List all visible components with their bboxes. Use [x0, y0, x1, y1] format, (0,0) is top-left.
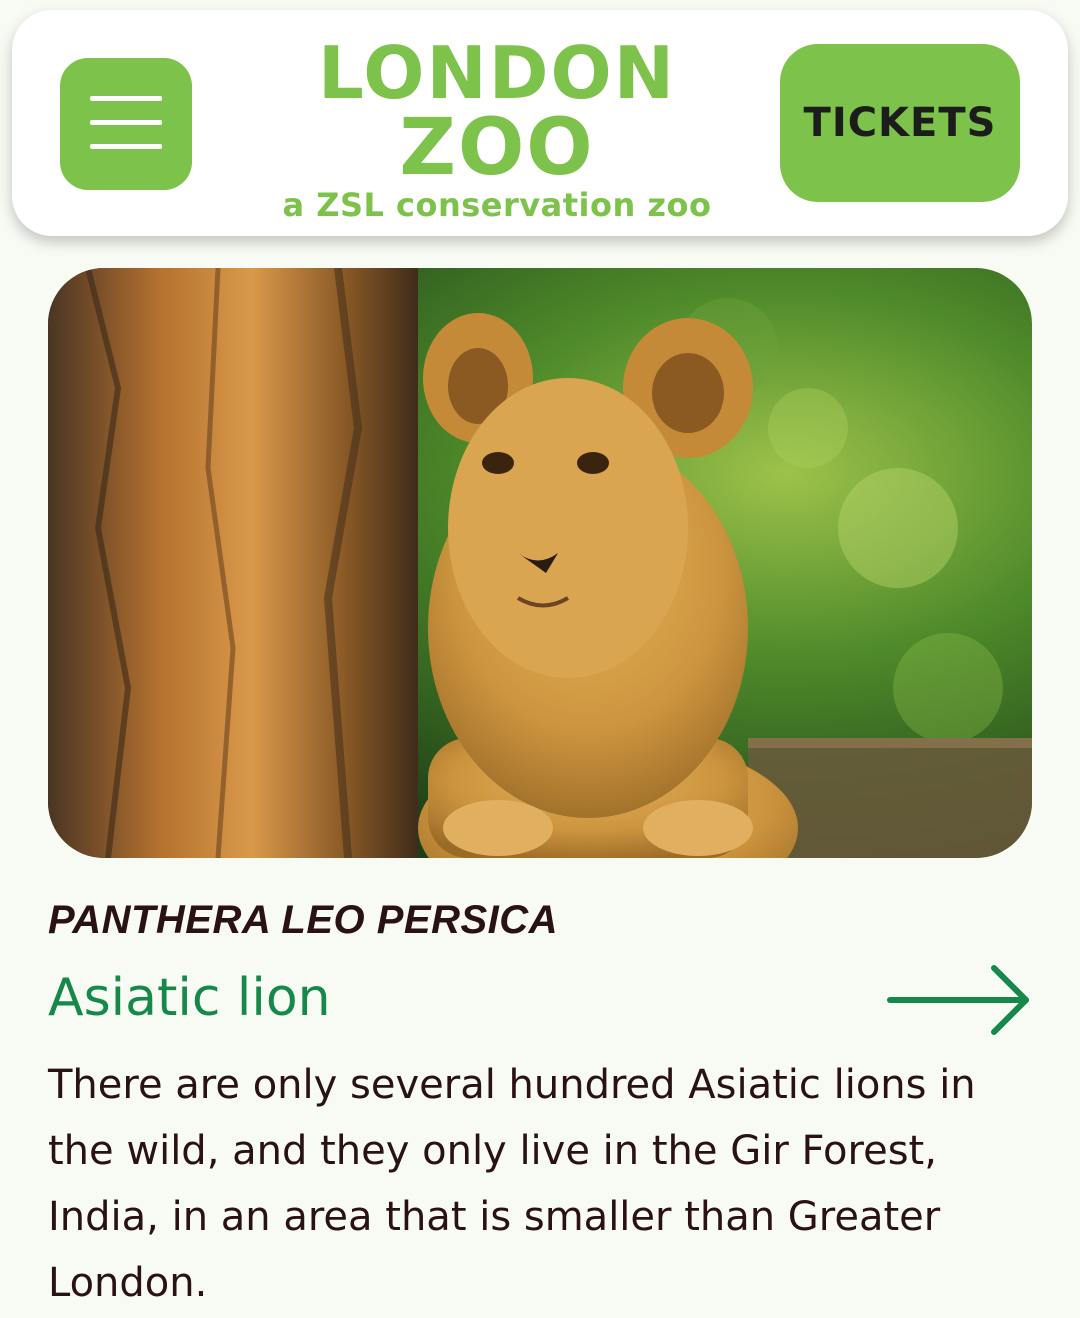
tickets-button[interactable]: TICKETS: [780, 44, 1020, 202]
logo-line-2: ZOO: [399, 103, 594, 186]
logo-tagline: a ZSL conservation zoo: [282, 186, 712, 224]
scientific-name: PANTHERA LEO PERSICA: [48, 898, 559, 942]
logo-wordmark: LONDON ZOO: [318, 31, 674, 193]
site-header: LONDON ZOO a ZSL conservation zoo TICKET…: [12, 10, 1068, 236]
asiatic-lion-photo: [48, 268, 1032, 858]
menu-button[interactable]: [60, 58, 192, 190]
london-zoo-logo[interactable]: LONDON ZOO a ZSL conservation zoo: [262, 31, 732, 226]
arrow-right-icon[interactable]: [886, 962, 1034, 1038]
common-name-link[interactable]: Asiatic lion: [48, 968, 848, 1028]
animal-description: There are only several hundred Asiatic l…: [48, 1062, 976, 1306]
